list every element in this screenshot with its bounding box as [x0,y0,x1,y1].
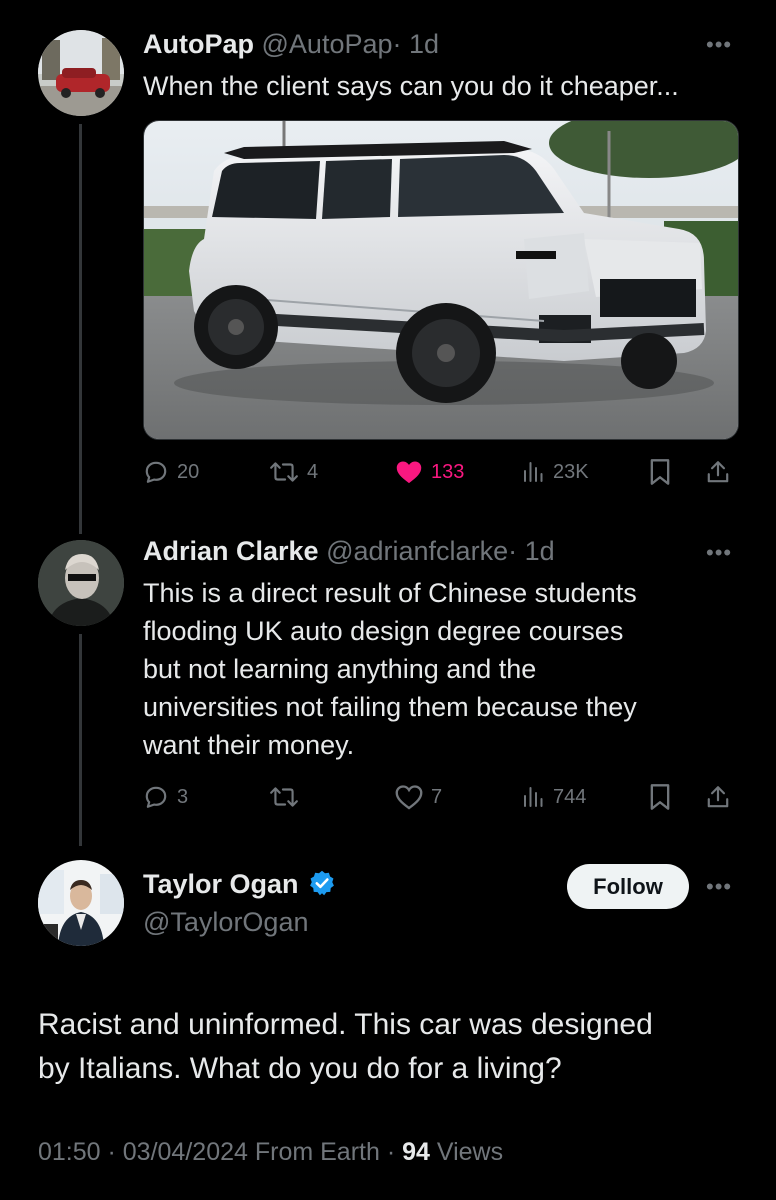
heart-icon [395,785,423,810]
share-icon [707,786,729,808]
tweet-text: This is a direct result of Chinese stude… [143,574,637,764]
views-label: Views [429,1138,504,1166]
heart-icon [396,461,422,484]
follow-button[interactable]: Follow [567,864,689,909]
share-button[interactable] [705,777,731,817]
share-button[interactable] [705,452,731,492]
reply-count: 3 [177,785,189,808]
tweet-text-line: by Italians. What do you do for a living… [38,1052,562,1085]
author-name[interactable]: AutoPap [143,29,254,59]
reply-button[interactable]: 20 [143,452,199,492]
tweet-text-line: Racist and uninformed. This car was desi… [38,1008,653,1041]
reply-button[interactable]: 3 [143,777,188,817]
views-count: 94 [402,1138,430,1166]
views-count: 744 [553,785,587,808]
tweet-text-line: universities not failing them because th… [143,692,637,722]
reply-count: 20 [177,460,200,483]
tweet-media-image[interactable] [143,120,739,440]
tweet-header: Taylor Ogan [143,869,336,900]
author-handle[interactable]: @adrianfclarke [326,536,508,566]
bookmark-button[interactable] [648,777,672,817]
retweet-count: 4 [307,460,319,483]
avatar[interactable] [38,30,124,116]
views-button[interactable]: 744 [521,777,586,817]
views-icon [524,462,543,482]
author-handle[interactable]: @AutoPap [262,29,393,59]
tweet-text-line: want their money. [143,730,355,760]
views-button[interactable]: 23K [521,452,589,492]
share-icon [707,461,729,483]
views-count: 23K [553,460,589,483]
like-count: 7 [431,785,443,808]
more-icon[interactable]: ••• [706,540,732,566]
retweet-button[interactable] [269,777,307,817]
author-name[interactable]: Taylor Ogan [143,869,299,899]
author-handle[interactable]: @TaylorOgan [143,907,308,938]
retweet-button[interactable]: 4 [269,452,318,492]
bookmark-icon [650,459,670,485]
like-button[interactable]: 7 [395,777,442,817]
more-icon[interactable]: ••• [706,874,732,900]
timestamp[interactable]: · 1d [508,536,555,566]
tweet-text-line: but not learning anything and the [143,654,537,684]
reply-icon [145,786,167,808]
like-count: 133 [431,460,465,483]
author-name[interactable]: Adrian Clarke [143,536,319,566]
tweet-actions: 20 4 133 23K [143,452,743,492]
avatar[interactable] [38,860,124,946]
reply-icon [145,461,167,483]
tweet-actions: 3 7 744 [143,777,743,817]
retweet-icon [270,787,298,807]
tweet-text-line: This is a direct result of Chinese stude… [143,578,637,608]
avatar[interactable] [38,540,124,626]
bookmark-button[interactable] [648,452,672,492]
tweet-text-line: flooding UK auto design degree courses [143,616,624,646]
retweet-icon [270,462,298,482]
tweet-header: Adrian Clarke @adrianfclarke· 1d [143,536,555,567]
more-icon[interactable]: ••• [706,32,732,58]
views-icon [524,787,543,807]
tweet-header: AutoPap @AutoPap· 1d [143,29,439,60]
like-button[interactable]: 133 [395,452,464,492]
verified-badge-icon [310,870,334,896]
tweet-text: When the client says can you do it cheap… [143,71,679,101]
tweet-text: Racist and uninformed. This car was desi… [38,1003,653,1091]
timestamp-date[interactable]: 01:50 · 03/04/2024 From Earth · [38,1138,402,1166]
timestamp[interactable]: · 1d [393,29,440,59]
thread-line [79,124,82,534]
bookmark-icon [650,784,670,810]
tweet-metadata: 01:50 · 03/04/2024 From Earth · 94 Views [38,1138,503,1167]
thread-line [79,634,82,846]
